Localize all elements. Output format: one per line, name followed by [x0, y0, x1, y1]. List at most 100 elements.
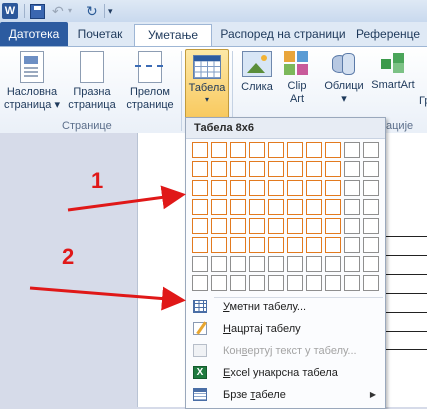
grid-cell[interactable] — [230, 142, 246, 158]
grid-cell[interactable] — [211, 142, 227, 158]
grid-cell[interactable] — [211, 275, 227, 291]
grid-cell[interactable] — [325, 218, 341, 234]
grid-cell[interactable] — [363, 199, 379, 215]
grid-cell[interactable] — [344, 256, 360, 272]
grid-cell[interactable] — [268, 218, 284, 234]
grid-cell[interactable] — [211, 256, 227, 272]
tab-file[interactable]: Датотека — [0, 22, 68, 46]
grid-cell[interactable] — [344, 199, 360, 215]
grid-cell[interactable] — [306, 275, 322, 291]
clip-art-button[interactable]: Clip Art — [280, 51, 314, 106]
grid-cell[interactable] — [325, 275, 341, 291]
tab-page-layout[interactable]: Распоред на страници — [216, 24, 350, 45]
menu-item-draw-table[interactable]: Нацртај табелу — [187, 318, 384, 340]
grid-cell[interactable] — [268, 180, 284, 196]
grid-cell[interactable] — [344, 180, 360, 196]
menu-item-quick-tables[interactable]: Брзе табеле ▶ — [187, 384, 384, 406]
grid-cell[interactable] — [249, 218, 265, 234]
grid-cell[interactable] — [211, 180, 227, 196]
grid-cell[interactable] — [344, 142, 360, 158]
grid-cell[interactable] — [268, 275, 284, 291]
grid-cell[interactable] — [192, 180, 208, 196]
grid-cell[interactable] — [287, 142, 303, 158]
shapes-button[interactable]: Облици ▾ — [320, 51, 368, 106]
grid-cell[interactable] — [211, 237, 227, 253]
grid-cell[interactable] — [192, 218, 208, 234]
menu-item-convert-text[interactable]: Конвертуј текст у табелу... — [187, 340, 384, 362]
grid-cell[interactable] — [192, 199, 208, 215]
grid-cell[interactable] — [192, 237, 208, 253]
grid-cell[interactable] — [306, 199, 322, 215]
undo-dropdown-icon[interactable]: ▾ — [68, 3, 84, 19]
grid-cell[interactable] — [363, 161, 379, 177]
grid-cell[interactable] — [287, 180, 303, 196]
grid-cell[interactable] — [287, 199, 303, 215]
grid-cell[interactable] — [230, 275, 246, 291]
tab-home[interactable]: Почетак — [72, 24, 128, 45]
menu-item-insert-table[interactable]: Уметни табелу... — [187, 296, 384, 318]
save-icon[interactable] — [30, 4, 45, 19]
grid-cell[interactable] — [344, 275, 360, 291]
grid-cell[interactable] — [363, 218, 379, 234]
menu-item-excel-spreadsheet[interactable]: X Excel унакрсна табела — [187, 362, 384, 384]
grid-cell[interactable] — [249, 256, 265, 272]
grid-cell[interactable] — [249, 180, 265, 196]
grid-cell[interactable] — [192, 161, 208, 177]
grid-cell[interactable] — [287, 237, 303, 253]
grid-cell[interactable] — [230, 256, 246, 272]
grid-cell[interactable] — [363, 256, 379, 272]
grid-cell[interactable] — [287, 218, 303, 234]
grid-cell[interactable] — [325, 256, 341, 272]
grid-cell[interactable] — [325, 199, 341, 215]
undo-icon[interactable]: ↶ — [52, 3, 68, 19]
grid-cell[interactable] — [363, 237, 379, 253]
page-break-button[interactable]: Прелом странице — [122, 51, 178, 112]
chart-button-partial[interactable]: Гр — [419, 95, 427, 108]
grid-cell[interactable] — [306, 218, 322, 234]
grid-cell[interactable] — [230, 218, 246, 234]
tab-references[interactable]: Референце — [356, 24, 427, 45]
grid-cell[interactable] — [363, 180, 379, 196]
grid-cell[interactable] — [249, 142, 265, 158]
grid-cell[interactable] — [192, 275, 208, 291]
picture-button[interactable]: Слика — [236, 51, 278, 94]
grid-cell[interactable] — [249, 237, 265, 253]
grid-cell[interactable] — [363, 275, 379, 291]
grid-cell[interactable] — [249, 199, 265, 215]
grid-cell[interactable] — [268, 161, 284, 177]
grid-cell[interactable] — [306, 237, 322, 253]
grid-cell[interactable] — [211, 218, 227, 234]
grid-cell[interactable] — [230, 199, 246, 215]
grid-cell[interactable] — [325, 180, 341, 196]
word-icon[interactable]: W — [2, 3, 18, 19]
grid-cell[interactable] — [325, 237, 341, 253]
grid-cell[interactable] — [306, 161, 322, 177]
cover-page-button[interactable]: Насловна страница ▾ — [4, 51, 60, 112]
grid-cell[interactable] — [344, 218, 360, 234]
customize-arrow-icon[interactable]: ▾ — [108, 3, 124, 19]
grid-cell[interactable] — [325, 142, 341, 158]
grid-cell[interactable] — [344, 237, 360, 253]
tab-insert[interactable]: Уметање — [134, 24, 212, 47]
grid-cell[interactable] — [230, 161, 246, 177]
grid-cell[interactable] — [230, 237, 246, 253]
grid-cell[interactable] — [230, 180, 246, 196]
grid-cell[interactable] — [268, 256, 284, 272]
grid-cell[interactable] — [249, 275, 265, 291]
grid-cell[interactable] — [268, 142, 284, 158]
grid-cell[interactable] — [306, 256, 322, 272]
grid-cell[interactable] — [306, 142, 322, 158]
grid-cell[interactable] — [211, 199, 227, 215]
blank-page-button[interactable]: Празна страница — [66, 51, 118, 112]
grid-cell[interactable] — [363, 142, 379, 158]
grid-cell[interactable] — [211, 161, 227, 177]
grid-cell[interactable] — [325, 161, 341, 177]
grid-cell[interactable] — [268, 199, 284, 215]
grid-cell[interactable] — [306, 180, 322, 196]
grid-cell[interactable] — [192, 256, 208, 272]
grid-cell[interactable] — [344, 161, 360, 177]
grid-cell[interactable] — [268, 237, 284, 253]
grid-cell[interactable] — [192, 142, 208, 158]
grid-cell[interactable] — [249, 161, 265, 177]
grid-cell[interactable] — [287, 161, 303, 177]
